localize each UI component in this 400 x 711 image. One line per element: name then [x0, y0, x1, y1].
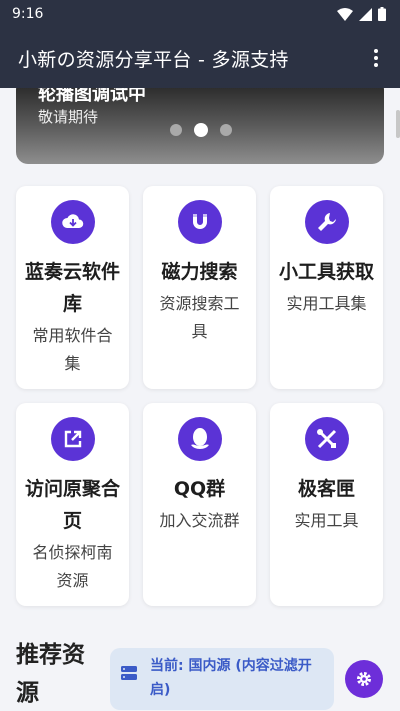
- card-desc: 常用软件合集: [32, 326, 113, 373]
- settings-button[interactable]: [345, 660, 383, 698]
- source-status-text: 当前: 国内源 (内容过滤开启): [150, 658, 312, 698]
- scrollbar[interactable]: [396, 110, 400, 138]
- card-magnet-search[interactable]: 磁力搜索 资源搜索工具: [143, 186, 256, 389]
- card-original-page[interactable]: 访问原聚合页 名侦探柯南资源: [16, 403, 129, 606]
- signal-icon: [359, 7, 372, 21]
- banner-carousel[interactable]: 轮播图调试中 敬请期待: [16, 88, 384, 164]
- tools-icon: [304, 417, 349, 461]
- card-desc: 加入交流群: [159, 511, 240, 530]
- source-status-pill[interactable]: 当前: 国内源 (内容过滤开启): [110, 648, 334, 710]
- recommend-title: 推荐资源: [16, 642, 85, 706]
- card-desc: 名侦探柯南资源: [32, 543, 113, 590]
- external-link-icon: [50, 417, 95, 461]
- card-geek-box[interactable]: 极客匣 实用工具: [270, 403, 383, 606]
- card-desc: 实用工具集: [286, 294, 367, 313]
- carousel-dot-active[interactable]: [194, 123, 208, 137]
- card-title: QQ群: [173, 478, 226, 500]
- qq-icon: [177, 417, 222, 461]
- main-content[interactable]: 轮播图调试中 敬请期待 蓝奏云软件库 常用软件合集 磁力搜索 资源搜索工具 小工…: [0, 88, 400, 711]
- status-bar: 9:16: [0, 0, 400, 28]
- status-icons: [337, 7, 386, 21]
- app-title: 小新の资源分享平台 - 多源支持: [18, 48, 289, 71]
- carousel-title: 轮播图调试中: [38, 88, 146, 105]
- card-title: 小工具获取: [278, 261, 374, 283]
- card-lanzou[interactable]: 蓝奏云软件库 常用软件合集: [16, 186, 129, 389]
- card-title: 蓝奏云软件库: [24, 261, 120, 315]
- wifi-icon: [337, 7, 353, 21]
- status-time: 9:16: [12, 6, 44, 22]
- card-qq-group[interactable]: QQ群 加入交流群: [143, 403, 256, 606]
- server-icon: [121, 666, 137, 680]
- gear-icon: [357, 672, 371, 686]
- cloud-download-icon: [50, 200, 95, 244]
- carousel-dot[interactable]: [220, 124, 232, 136]
- carousel-dot[interactable]: [170, 124, 182, 136]
- card-desc: 资源搜索工具: [159, 294, 240, 341]
- wrench-icon: [304, 200, 349, 244]
- app-bar: 小新の资源分享平台 - 多源支持: [0, 28, 400, 88]
- card-tools[interactable]: 小工具获取 实用工具集: [270, 186, 383, 389]
- battery-icon: [378, 7, 386, 21]
- carousel-indicator: [170, 123, 232, 137]
- card-title: 极客匣: [297, 478, 355, 500]
- card-title: 磁力搜索: [161, 261, 238, 283]
- magnet-icon: [177, 200, 222, 244]
- more-options-icon[interactable]: [364, 46, 388, 70]
- card-desc: 实用工具: [294, 511, 359, 530]
- carousel-subtitle: 敬请期待: [38, 108, 99, 126]
- card-title: 访问原聚合页: [24, 478, 120, 532]
